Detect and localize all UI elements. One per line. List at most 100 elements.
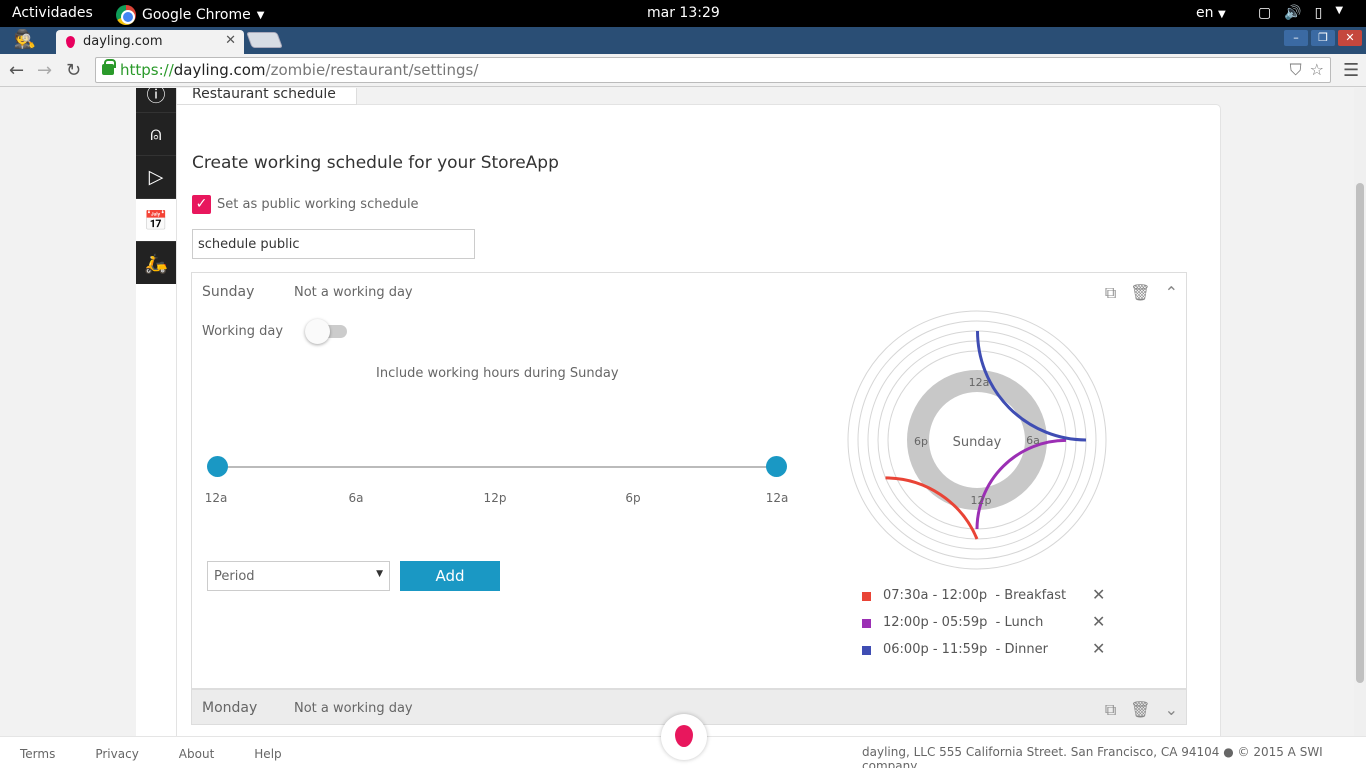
battery-icon: ▯ — [1314, 5, 1323, 21]
system-top-bar: Actividades Google Chrome ▼ mar 13:29 en… — [0, 0, 1366, 27]
period-item-dinner: 06:00p - 11:59p - Dinner ✕ — [862, 639, 1122, 668]
company-info: dayling, LLC 555 California Street. San … — [862, 745, 1323, 768]
app-name: Google Chrome — [142, 7, 251, 23]
bookmark-star-icon[interactable]: ☆ — [1310, 60, 1324, 80]
forward-arrow-icon[interactable]: → — [37, 60, 52, 81]
day-actions: ⧉ 🗑 ⌄ — [1105, 700, 1178, 720]
color-swatch — [862, 619, 871, 628]
footer-link-terms[interactable]: Terms — [20, 747, 55, 761]
period-range: 06:00p - 11:59p — [883, 642, 988, 657]
minimize-button[interactable]: – — [1284, 30, 1308, 46]
settings-side-nav: ⓘ ⍝ ▷ 📅 🛵 — [136, 88, 176, 285]
tick-label: 6p — [625, 491, 641, 505]
delivery-icon[interactable]: 🛵 — [136, 242, 176, 285]
footer-link-about[interactable]: About — [179, 747, 214, 761]
hours-range-slider[interactable] — [207, 456, 787, 477]
info-icon[interactable]: ⓘ — [136, 88, 176, 113]
url-text: https://dayling.com/zombie/restaurant/se… — [120, 61, 478, 79]
volume-icon: 🔊 — [1284, 5, 1302, 21]
screen-icon: ▢ — [1258, 5, 1272, 21]
color-swatch — [862, 646, 871, 655]
slider-end-handle[interactable] — [766, 456, 787, 477]
period-range: 12:00p - 05:59p — [883, 615, 988, 630]
clock-label-bottom: 12p — [971, 494, 992, 507]
schedule-clock: 12a 6a 12p 6p Sunday — [846, 309, 1108, 571]
page-content: ⓘ ⍝ ▷ 📅 🛵 Create working schedule for yo… — [0, 88, 1354, 736]
working-day-toggle[interactable] — [305, 319, 347, 344]
close-window-button[interactable]: ✕ — [1338, 30, 1362, 46]
tick-label: 12a — [204, 491, 228, 505]
trash-icon[interactable]: 🗑 — [1130, 283, 1150, 303]
url-scheme: https:// — [120, 61, 174, 79]
language-indicator[interactable]: en ▼ — [1196, 5, 1226, 21]
period-select[interactable]: Period ▼ — [207, 561, 390, 591]
system-clock[interactable]: mar 13:29 — [647, 5, 720, 21]
dayling-favicon-icon — [66, 36, 75, 48]
chrome-menu-icon[interactable]: ☰ — [1343, 60, 1359, 81]
back-arrow-icon[interactable]: ← — [9, 60, 24, 81]
periods-list: 07:30a - 12:00p - Breakfast ✕ 12:00p - 0… — [862, 585, 1122, 668]
browser-tab[interactable]: dayling.com ✕ — [56, 30, 244, 54]
public-schedule-checkbox[interactable]: ✓ — [192, 195, 211, 214]
remove-period-icon[interactable]: ✕ — [1092, 612, 1105, 631]
tab-restaurant-schedule[interactable]: Restaurant schedule — [176, 88, 357, 105]
period-text: 06:00p - 11:59p - Dinner — [883, 642, 1048, 657]
day-name: Monday — [202, 700, 258, 716]
clock-center-label: Sunday — [952, 435, 1002, 450]
page-scrollbar[interactable] — [1354, 88, 1366, 768]
schedule-icon[interactable]: 📅 — [136, 199, 176, 242]
browser-tab-strip: 🕵 dayling.com ✕ – ❐ ✕ — [0, 27, 1366, 54]
dropdown-arrow-icon: ▼ — [376, 569, 383, 579]
toggle-knob[interactable] — [305, 319, 330, 344]
dayling-logo[interactable] — [661, 714, 707, 760]
slider-tick-labels: 12a 6a 12p 6p 12a — [192, 491, 812, 507]
chevron-down-icon[interactable]: ⌄ — [1165, 700, 1178, 720]
activities-button[interactable]: Actividades — [12, 5, 93, 21]
system-status-icons[interactable]: ▢ 🔊 ▯ ▼ — [1258, 5, 1343, 21]
address-bar[interactable]: https://dayling.com/zombie/restaurant/se… — [95, 57, 1331, 83]
chevron-up-icon[interactable]: ⌃ — [1165, 283, 1178, 303]
schedule-panel: Create working schedule for your StoreAp… — [176, 104, 1221, 736]
period-name: - Dinner — [995, 642, 1048, 657]
footer-links: Terms Privacy About Help — [20, 747, 282, 761]
working-day-label: Working day — [202, 324, 284, 339]
period-range: 07:30a - 12:00p — [883, 588, 988, 603]
footer-link-help[interactable]: Help — [254, 747, 281, 761]
remove-period-icon[interactable]: ✕ — [1092, 585, 1105, 604]
tick-label: 12p — [483, 491, 507, 505]
chrome-icon — [116, 5, 136, 25]
url-path: /zombie/restaurant/settings/ — [265, 61, 479, 79]
period-arc-dinner[interactable] — [976, 330, 1087, 442]
chevron-down-icon: ▼ — [1217, 9, 1226, 20]
period-text: 07:30a - 12:00p - Breakfast — [883, 588, 1066, 603]
dayling-logo-icon — [675, 725, 693, 747]
reload-icon[interactable]: ↻ — [66, 60, 81, 81]
browser-toolbar: ← → ↻ https://dayling.com/zombie/restaur… — [0, 54, 1366, 87]
color-swatch — [862, 592, 871, 601]
new-tab-button[interactable] — [246, 32, 283, 48]
tab-title: dayling.com — [83, 34, 163, 49]
tick-label: 12a — [765, 491, 789, 505]
scrollbar-thumb[interactable] — [1356, 183, 1364, 683]
public-schedule-row[interactable]: ✓ Set as public working schedule — [192, 195, 419, 214]
restore-button[interactable]: ❐ — [1311, 30, 1335, 46]
day-actions: ⧉ 🗑 ⌃ — [1105, 283, 1178, 303]
copy-icon[interactable]: ⧉ — [1105, 700, 1116, 720]
shield-icon[interactable]: ⛉ — [1290, 60, 1302, 80]
copy-icon[interactable]: ⧉ — [1105, 283, 1116, 303]
app-menu[interactable]: Google Chrome ▼ — [116, 5, 264, 25]
menu-board-icon[interactable]: ⍝ — [136, 113, 176, 156]
schedule-name-input[interactable] — [192, 229, 475, 259]
footer-link-privacy[interactable]: Privacy — [95, 747, 138, 761]
language-code: en — [1196, 5, 1214, 21]
period-item-lunch: 12:00p - 05:59p - Lunch ✕ — [862, 612, 1122, 641]
play-icon[interactable]: ▷ — [136, 156, 176, 199]
remove-period-icon[interactable]: ✕ — [1092, 639, 1105, 658]
trash-icon[interactable]: 🗑 — [1130, 700, 1150, 720]
page-title: Create working schedule for your StoreAp… — [192, 153, 559, 173]
day-card-sunday: Sunday Not a working day ⧉ 🗑 ⌃ Working d… — [191, 272, 1187, 689]
add-period-button[interactable]: Add — [400, 561, 500, 591]
tab-close-icon[interactable]: ✕ — [225, 33, 236, 48]
day-status: Not a working day — [294, 701, 413, 716]
slider-start-handle[interactable] — [207, 456, 228, 477]
